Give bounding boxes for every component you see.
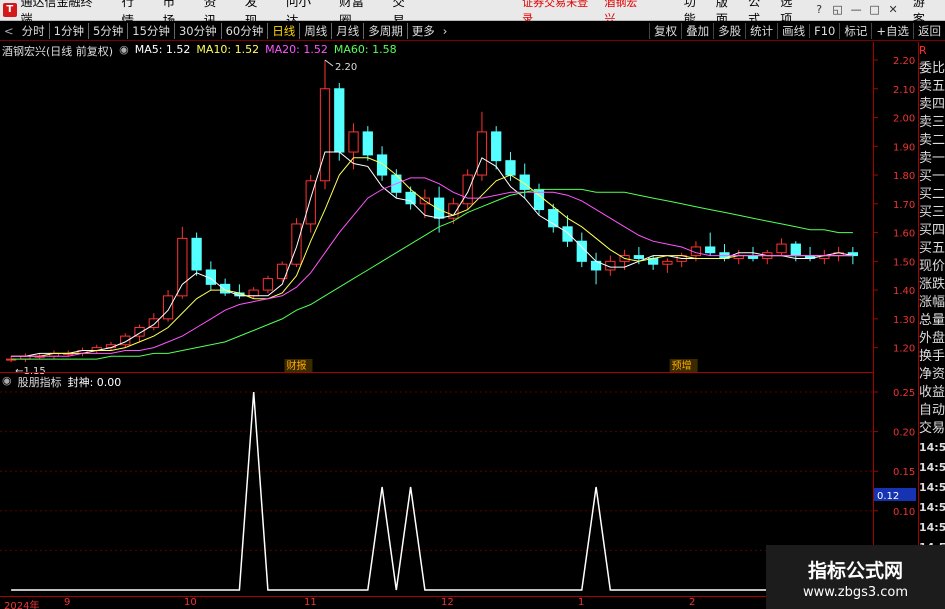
side-expand-icon[interactable]: R xyxy=(919,42,945,60)
candle-body xyxy=(562,226,573,242)
candle-body xyxy=(248,289,259,297)
side-label[interactable]: 交易 xyxy=(919,420,945,438)
high-marker-line xyxy=(324,59,334,67)
ma5-label: MA5: 1.52 xyxy=(134,43,191,56)
candle-body xyxy=(376,154,388,176)
candle-body xyxy=(633,255,645,259)
side-label: 现价 xyxy=(919,259,945,274)
side-label: 外盘 xyxy=(919,331,945,346)
high-marker-label: 2.20 xyxy=(335,62,357,73)
side-label: 卖一 xyxy=(919,151,945,166)
panel-divider[interactable] xyxy=(0,372,873,373)
side-label: 买四 xyxy=(919,223,945,238)
visibility-icon[interactable]: ◉ xyxy=(119,43,129,59)
watermark-url: www.zbgs3.com xyxy=(802,585,909,600)
candle-body xyxy=(662,260,673,265)
side-label: 收益 xyxy=(919,385,945,400)
candle-body xyxy=(334,88,345,153)
sub-visibility-icon[interactable]: ◉ xyxy=(2,374,12,390)
side-label[interactable]: 自动 xyxy=(919,402,945,420)
candle-body xyxy=(790,243,801,257)
candle-body xyxy=(505,160,516,176)
side-label: 涨跌 xyxy=(919,277,945,292)
ma10-label: MA10: 1.52 xyxy=(196,43,260,56)
candle-body xyxy=(776,243,787,254)
watermark: 指标公式网 www.zbgs3.com xyxy=(766,545,945,609)
side-label: 买一 xyxy=(919,169,945,184)
side-label: 换手 xyxy=(919,349,945,364)
side-label: 买五 xyxy=(919,241,945,256)
indicator-name[interactable]: 股朋指标 xyxy=(18,374,62,390)
candle-body xyxy=(177,237,188,297)
security-label: 酒钢宏兴(日线 前复权) xyxy=(2,45,114,58)
ma60-label: MA60: 1.58 xyxy=(333,43,397,56)
event-marker-label: 预增 xyxy=(672,359,692,372)
candle-body xyxy=(319,88,331,182)
x-axis-label: 12 xyxy=(441,597,454,608)
candle-body xyxy=(405,191,416,205)
candle-body xyxy=(162,295,174,320)
side-label: 卖二 xyxy=(919,133,945,148)
side-label: 卖三 xyxy=(919,115,945,130)
side-label: 净资 xyxy=(919,367,945,382)
candle-body xyxy=(191,237,202,271)
side-label: 委比 xyxy=(919,61,945,76)
main-legend: 酒钢宏兴(日线 前复权) ◉ MA5: 1.52 MA10: 1.52 MA20… xyxy=(2,43,397,59)
x-axis-label: 1 xyxy=(578,597,585,608)
candle-body xyxy=(705,246,716,254)
side-label: 涨幅 xyxy=(919,295,945,310)
x-axis-label: 9 xyxy=(64,597,71,608)
side-label: 买三 xyxy=(919,205,945,220)
side-label: 总量 xyxy=(919,313,945,328)
candle-body xyxy=(476,131,488,176)
side-time: 14:56 xyxy=(919,521,945,534)
candle-body xyxy=(348,131,359,153)
quote-side-panel: R 委比卖五卖四卖三卖二卖一买一买二买三买四买五现价涨跌涨幅总量外盘换手净资收益… xyxy=(918,42,945,596)
side-label: 卖四 xyxy=(919,97,945,112)
x-axis-label: 2024年 xyxy=(4,601,40,609)
side-time: 14:56 xyxy=(919,461,945,474)
x-axis-label: 10 xyxy=(184,597,197,608)
side-time: 14:56 xyxy=(919,441,945,454)
candle-body xyxy=(491,131,502,162)
ma20-label: MA20: 1.52 xyxy=(265,43,328,56)
indicator-line xyxy=(11,391,853,591)
candle-body xyxy=(291,223,302,265)
watermark-title: 指标公式网 xyxy=(807,560,903,582)
chart-canvas: 2.202.102.001.901.801.701.601.501.401.30… xyxy=(0,56,916,591)
side-label: 买二 xyxy=(919,187,945,202)
event-marker-label: 财报 xyxy=(286,359,306,372)
side-label: 卖五 xyxy=(919,79,945,94)
x-axis-label: 11 xyxy=(304,597,317,608)
candle-body xyxy=(362,131,373,156)
side-time: 14:56 xyxy=(919,501,945,514)
candle-body xyxy=(262,278,274,291)
sub-legend: ◉ 股朋指标 封神: 0.00 xyxy=(2,374,121,390)
indicator-value: 封神: 0.00 xyxy=(67,376,122,389)
side-labels: 委比卖五卖四卖三卖二卖一买一买二买三买四买五现价涨跌涨幅总量外盘换手净资收益自动… xyxy=(919,60,945,438)
candle-body xyxy=(462,174,473,205)
side-time: 14:56 xyxy=(919,481,945,494)
price-axis[interactable] xyxy=(873,42,918,373)
x-axis-label: 2 xyxy=(689,597,696,608)
